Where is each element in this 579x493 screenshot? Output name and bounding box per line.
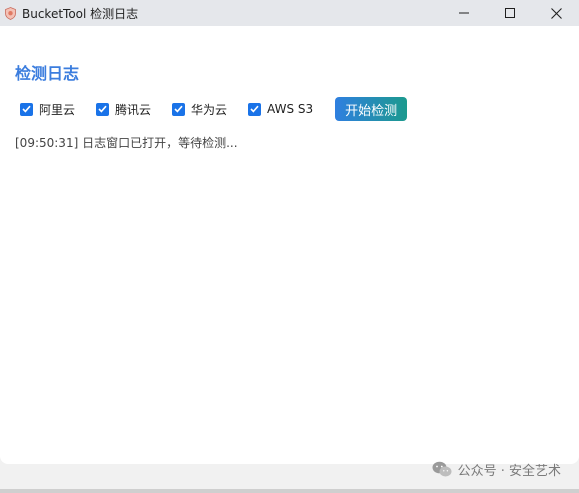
provider-label: 华为云 [191,102,228,117]
watermark-text: 公众号 · 安全艺术 [457,464,561,479]
title-bar[interactable]: BucketTool 检测日志 [0,0,579,26]
wechat-icon [432,461,452,477]
provider-huawei[interactable]: 华为云 [167,101,227,118]
close-icon [550,7,562,19]
maximize-icon [505,8,515,18]
provider-label: AWS S3 [267,102,314,116]
minimize-icon [459,12,469,14]
checkmark-icon [98,105,107,113]
provider-tencent[interactable]: 腾讯云 [91,101,151,118]
minimize-button[interactable] [441,0,487,26]
checkmark-icon [22,105,31,113]
app-window: BucketTool 检测日志 检测日志 阿里云 腾讯云 华为云 AWS S3 … [0,0,579,464]
maximize-button[interactable] [487,0,533,26]
taskbar-edge [0,489,579,493]
start-detection-button[interactable]: 开始检测 [335,97,408,121]
close-button[interactable] [533,0,579,26]
checkmark-icon [174,105,183,113]
provider-controls: 阿里云 腾讯云 华为云 AWS S3 开始检测 [15,97,564,121]
shield-app-icon [5,6,16,20]
window-title: BucketTool 检测日志 [22,6,139,21]
watermark: 公众号 · 安全艺术 [432,460,561,479]
aliyun-checkbox[interactable] [20,102,33,116]
provider-aliyun[interactable]: 阿里云 [15,101,75,118]
main-content: 检测日志 阿里云 腾讯云 华为云 AWS S3 开始检测 [09:50:31] … [0,64,579,151]
provider-aws[interactable]: AWS S3 [243,102,313,116]
checkmark-icon [250,105,259,113]
provider-label: 阿里云 [39,102,76,117]
huawei-checkbox[interactable] [172,102,186,116]
tencent-checkbox[interactable] [96,102,110,116]
page-title: 检测日志 [15,64,80,83]
aws-checkbox[interactable] [248,102,262,116]
provider-label: 腾讯云 [115,102,152,117]
log-output: [09:50:31] 日志窗口已打开，等待检测... [15,136,238,150]
window-controls [441,0,579,26]
